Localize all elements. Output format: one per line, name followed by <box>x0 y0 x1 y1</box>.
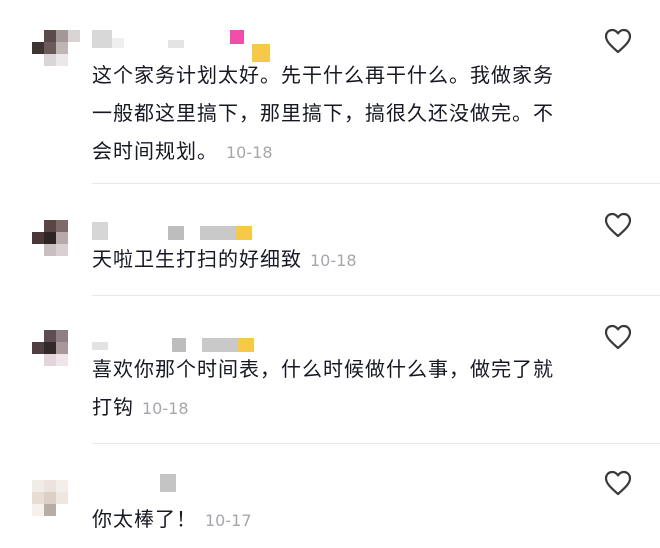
username-blurred[interactable] <box>92 222 252 240</box>
comment-body: 你太棒了！ <box>92 507 197 531</box>
avatar[interactable] <box>32 480 80 528</box>
avatar[interactable] <box>32 220 80 268</box>
comment-item: 喜欢你那个时间表，什么时候做什么事，做完了就打钩 10-18 <box>0 296 660 444</box>
comment-date: 10-18 <box>142 399 189 418</box>
comment-item: 这个家务计划太好。先干什么再干什么。我做家务一般都这里搞下，那里搞下，搞很久还没… <box>0 0 660 184</box>
comment-date: 10-17 <box>205 511 252 530</box>
comment-item: 天啦卫生打扫的好细致 10-18 <box>0 184 660 296</box>
comment-date: 10-18 <box>310 251 357 270</box>
heart-outline-icon[interactable] <box>604 28 632 54</box>
comment-item: 你太棒了！ 10-17 <box>0 444 660 548</box>
avatar[interactable] <box>32 330 80 378</box>
username-blurred[interactable] <box>92 30 244 48</box>
comment-text: 喜欢你那个时间表，什么时候做什么事，做完了就打钩 10-18 <box>92 350 572 428</box>
heart-outline-icon[interactable] <box>604 324 632 350</box>
heart-outline-icon[interactable] <box>604 470 632 496</box>
comment-text: 天啦卫生打扫的好细致 10-18 <box>92 240 572 280</box>
avatar[interactable] <box>32 30 80 78</box>
username-blurred[interactable] <box>160 474 176 492</box>
comment-body: 这个家务计划太好。先干什么再干什么。我做家务一般都这里搞下，那里搞下，搞很久还没… <box>92 63 554 163</box>
comment-text: 你太棒了！ 10-17 <box>92 500 572 540</box>
heart-outline-icon[interactable] <box>604 212 632 238</box>
comment-date: 10-18 <box>226 143 273 162</box>
comment-body: 天啦卫生打扫的好细致 <box>92 247 302 271</box>
comment-text: 这个家务计划太好。先干什么再干什么。我做家务一般都这里搞下，那里搞下，搞很久还没… <box>92 56 572 172</box>
